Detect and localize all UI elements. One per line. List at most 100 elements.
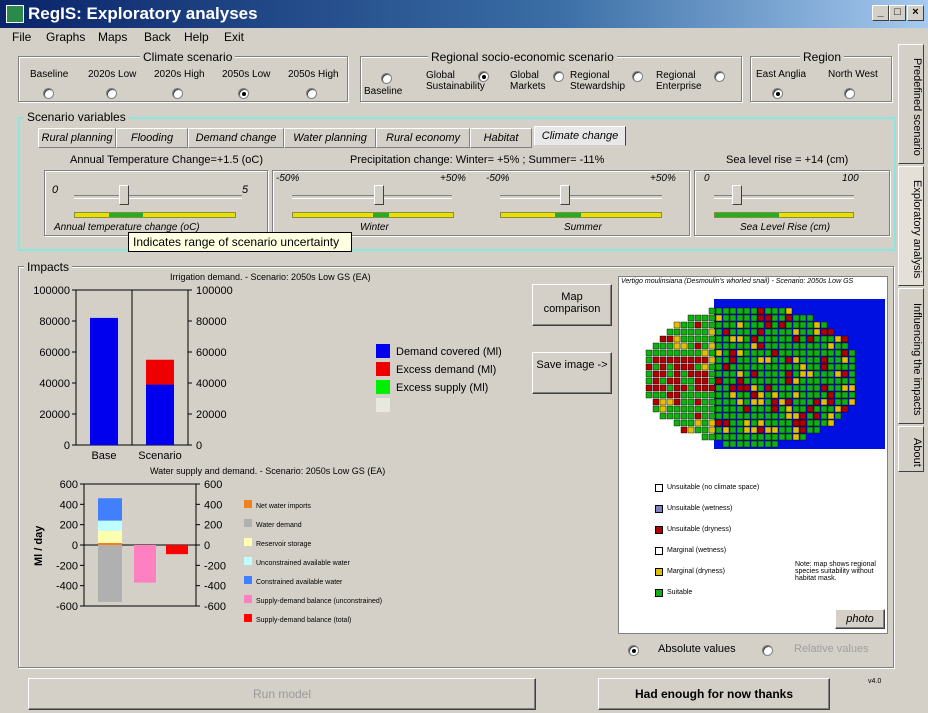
map-cell [792, 391, 800, 399]
map-cell [778, 433, 786, 441]
map-cell [771, 440, 779, 448]
map-cell [827, 412, 835, 420]
radio-socio-global-sustainability[interactable] [478, 71, 489, 82]
map-cell [715, 356, 723, 364]
map-cell [813, 426, 821, 434]
map-cell [813, 363, 821, 371]
map-cell [820, 384, 828, 392]
map-cell [820, 349, 828, 357]
tab-predefined-scenario[interactable]: Predefined scenario [898, 44, 924, 164]
map-cell [701, 328, 709, 336]
radio-absolute-values[interactable] [628, 645, 639, 656]
menu-help[interactable]: Help [184, 30, 209, 44]
bar-series-2 [98, 530, 122, 543]
map-cell [715, 398, 723, 406]
map-comparison-button[interactable]: Map comparison [532, 284, 612, 326]
legend-label: Supply-demand balance (total) [256, 617, 351, 624]
had-enough-button[interactable]: Had enough for now thanks [598, 678, 830, 710]
map-cell [785, 363, 793, 371]
map-cell [729, 314, 737, 322]
map-cell [834, 342, 842, 350]
map-cell [680, 321, 688, 329]
radio-climate-2050s-low[interactable] [238, 88, 249, 99]
radio-socio-global-markets[interactable] [553, 71, 564, 82]
tab-about[interactable]: About [898, 426, 924, 472]
menu-exit[interactable]: Exit [224, 30, 244, 44]
map-cell [813, 412, 821, 420]
summer-slider-thumb[interactable] [560, 185, 570, 205]
tab-demand-change[interactable]: Demand change [188, 128, 284, 148]
map-cell [694, 314, 702, 322]
tab-climate-change[interactable]: Climate change [534, 126, 626, 146]
map-cell [659, 384, 667, 392]
menu-graphs[interactable]: Graphs [46, 30, 85, 44]
map-panel: Vertigo moulinsiana (Desmoulin's whorled… [618, 276, 888, 634]
map-cell [827, 377, 835, 385]
map-cell [736, 412, 744, 420]
legend-label: Water demand [256, 522, 302, 529]
tab-influencing-impacts[interactable]: Influencing the impacts [898, 288, 924, 424]
radio-region-north-west[interactable] [844, 88, 855, 99]
map-cell [820, 356, 828, 364]
maximize-button[interactable]: □ [889, 5, 906, 21]
radio-climate-2050s-high[interactable] [306, 88, 317, 99]
map-cell [820, 405, 828, 413]
map-cell [757, 412, 765, 420]
map-cell [848, 370, 856, 378]
radio-climate-2020s-high[interactable] [172, 88, 183, 99]
map-cell [834, 363, 842, 371]
minimize-button[interactable]: _ [872, 5, 889, 21]
radio-climate-2020s-low[interactable] [106, 88, 117, 99]
photo-button[interactable]: photo [835, 609, 885, 629]
map-legend-item: Unsuitable (wetness) [655, 498, 765, 519]
map-cell [673, 384, 681, 392]
map-cell [785, 314, 793, 322]
menu-file[interactable]: File [12, 30, 31, 44]
tab-rural-planning[interactable]: Rural planning [38, 128, 116, 148]
tab-rural-economy[interactable]: Rural economy [376, 128, 470, 148]
tab-flooding[interactable]: Flooding [116, 128, 188, 148]
save-image-button[interactable]: Save image -> [532, 352, 612, 394]
temperature-slider-thumb[interactable] [119, 185, 129, 205]
map-cell [701, 398, 709, 406]
map-cell [687, 335, 695, 343]
map-cell [799, 384, 807, 392]
map-cell [806, 349, 814, 357]
map-cell [701, 335, 709, 343]
map-cell [771, 321, 779, 329]
map-cell [715, 384, 723, 392]
tab-water-planning[interactable]: Water planning [284, 128, 376, 148]
radio-region-east-anglia[interactable] [772, 88, 783, 99]
map-cell [806, 398, 814, 406]
legend-swatch [244, 538, 252, 546]
sea-level-uncertainty-bar [714, 212, 854, 218]
title-bar: RegIS: Exploratory analyses _ □ × [0, 0, 928, 28]
socio-scenario-label: Regional socio-economic scenario [428, 50, 617, 64]
map-cell [771, 314, 779, 322]
radio-climate-baseline[interactable] [43, 88, 54, 99]
run-model-button[interactable]: Run model [28, 678, 536, 710]
close-button[interactable]: × [907, 5, 924, 21]
radio-socio-regional-stewardship[interactable] [632, 71, 643, 82]
map-cell [799, 349, 807, 357]
tab-habitat[interactable]: Habitat [470, 128, 532, 148]
legend-swatch [376, 380, 390, 394]
map-cell [743, 419, 751, 427]
map-cell [701, 412, 709, 420]
map-cell [813, 370, 821, 378]
sea-level-caption: Sea Level Rise (cm) [740, 222, 831, 233]
region-option-label: East Anglia [756, 69, 807, 80]
radio-socio-baseline[interactable] [381, 73, 392, 84]
map-cell [799, 356, 807, 364]
sea-level-slider-thumb[interactable] [732, 185, 742, 205]
chart1-title: Irrigation demand. - Scenario: 2050s Low… [170, 272, 371, 282]
tab-exploratory-analysis[interactable]: Exploratory analysis [898, 166, 924, 286]
winter-slider-thumb[interactable] [374, 185, 384, 205]
menu-back[interactable]: Back [144, 30, 171, 44]
sea-level-max: 100 [842, 173, 859, 184]
map-cell [708, 349, 716, 357]
menu-maps[interactable]: Maps [98, 30, 127, 44]
radio-socio-regional-enterprise[interactable] [714, 71, 725, 82]
y-tick-label: 0 [72, 540, 78, 552]
radio-relative-values[interactable] [762, 645, 773, 656]
